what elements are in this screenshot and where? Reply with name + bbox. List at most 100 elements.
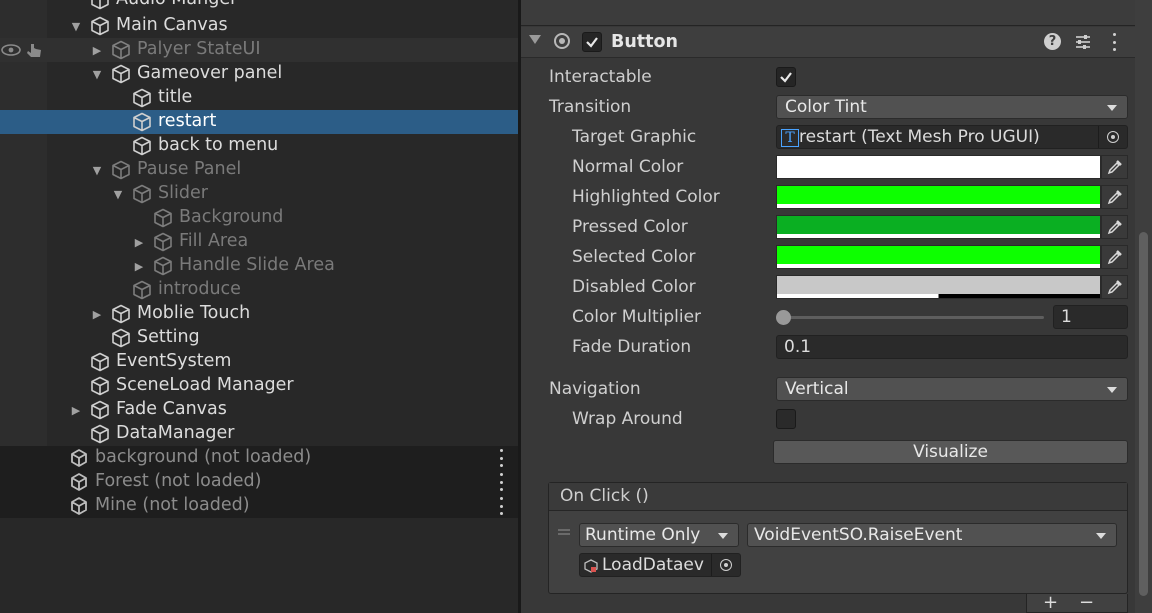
visibility-pickability-icons[interactable] — [0, 38, 46, 62]
gameobject-cube-icon — [90, 16, 110, 36]
scene-item[interactable]: Mine (not loaded) — [0, 494, 518, 518]
dropdown-arrow-icon — [718, 533, 728, 539]
hierarchy-item-moblie-touch[interactable]: ▶ Moblie Touch — [0, 302, 518, 326]
interactable-label: Interactable — [549, 67, 652, 87]
color-swatch[interactable] — [776, 215, 1101, 239]
gameobject-cube-icon — [90, 352, 110, 372]
gameobject-cube-icon — [153, 208, 173, 228]
hierarchy-item-label: Setting — [137, 327, 200, 347]
scene-item[interactable]: background (not loaded) — [0, 446, 518, 470]
hierarchy-item-handle-slide-area[interactable]: ▶ Handle Slide Area — [0, 254, 518, 278]
hierarchy-item-background[interactable]: Background — [0, 206, 518, 230]
hierarchy-item-main-canvas[interactable]: ▼ Main Canvas — [0, 14, 518, 38]
hierarchy-item-palyer-stateui[interactable]: ▶ Palyer StateUI — [0, 38, 518, 62]
foldout-expanded-icon[interactable]: ▼ — [69, 19, 83, 33]
presets-icon[interactable] — [1074, 33, 1092, 51]
hierarchy-item-label: Fade Canvas — [116, 399, 227, 419]
function-dropdown[interactable]: VoidEventSO.RaiseEvent — [747, 523, 1117, 547]
slider-track — [780, 316, 1044, 319]
foldout-collapsed-icon[interactable]: ▶ — [69, 403, 83, 417]
scene-item[interactable]: Forest (not loaded) — [0, 470, 518, 494]
on-click-header: On Click () — [549, 483, 1127, 511]
component-title: Button — [611, 32, 679, 52]
navigation-dropdown[interactable]: Vertical — [776, 377, 1128, 401]
gameobject-cube-icon — [153, 232, 173, 252]
gameobject-cube-icon — [111, 328, 131, 348]
dropdown-arrow-icon — [1107, 105, 1117, 111]
scene-menu-kebab-icon[interactable] — [498, 449, 504, 467]
gameobject-cube-icon — [132, 184, 152, 204]
hierarchy-item-label: Fill Area — [179, 231, 249, 251]
foldout-expanded-icon[interactable]: ▼ — [90, 67, 104, 81]
hierarchy-item-label: Gameover panel — [137, 63, 283, 83]
scrollbar-thumb[interactable] — [1139, 232, 1148, 596]
runtime-mode-dropdown[interactable]: Runtime Only — [579, 523, 739, 547]
alpha-bar — [777, 174, 1100, 178]
hierarchy-item-fade-canvas[interactable]: ▶ Fade Canvas — [0, 398, 518, 422]
foldout-expanded-icon[interactable]: ▼ — [90, 163, 104, 177]
hierarchy-item-label: Audio Manger — [116, 0, 237, 9]
eyedropper-icon[interactable] — [1101, 215, 1128, 239]
hierarchy-item-fill-area[interactable]: ▶ Fill Area — [0, 230, 518, 254]
hierarchy-item-datamanager[interactable]: DataManager — [0, 422, 518, 446]
hierarchy-item-sceneload-manager[interactable]: SceneLoad Manager — [0, 374, 518, 398]
color-label: Selected Color — [572, 247, 696, 267]
foldout-collapsed-icon[interactable]: ▶ — [132, 259, 146, 273]
color-label: Normal Color — [572, 157, 684, 177]
eyedropper-icon[interactable] — [1101, 185, 1128, 209]
foldout-collapsed-icon[interactable]: ▶ — [90, 43, 104, 57]
hierarchy-item-introduce[interactable]: introduce — [0, 278, 518, 302]
hierarchy-item-slider[interactable]: ▼ Slider — [0, 182, 518, 206]
foldout-collapsed-icon[interactable]: ▶ — [132, 235, 146, 249]
color-multiplier-field[interactable]: 1 — [1053, 305, 1128, 329]
eyedropper-icon[interactable] — [1101, 275, 1128, 299]
slider-thumb[interactable] — [776, 310, 791, 325]
hierarchy-item-title[interactable]: title — [0, 86, 518, 110]
hierarchy-item-audio-manger[interactable]: Audio Manger — [0, 0, 518, 12]
hierarchy-item-restart[interactable]: restart — [0, 110, 518, 134]
inspector-scrollbar[interactable] — [1135, 0, 1152, 613]
kebab-menu-icon[interactable] — [1111, 33, 1117, 51]
scene-menu-kebab-icon[interactable] — [498, 497, 504, 515]
scene-item-label: Forest (not loaded) — [95, 471, 262, 491]
wrap-around-checkbox[interactable] — [776, 409, 796, 429]
transition-dropdown[interactable]: Color Tint — [776, 95, 1128, 119]
eyedropper-icon[interactable] — [1101, 245, 1128, 269]
interactable-checkbox[interactable] — [776, 67, 796, 87]
navigation-value: Vertical — [785, 379, 849, 399]
alpha-bar — [777, 294, 1100, 298]
hierarchy-item-label: title — [158, 87, 193, 107]
scene-menu-kebab-icon[interactable] — [498, 473, 504, 491]
remove-event-button[interactable]: − — [1079, 592, 1094, 613]
hierarchy-item-back-to-menu[interactable]: back to menu — [0, 134, 518, 158]
help-icon[interactable]: ? — [1044, 33, 1061, 50]
target-graphic-field[interactable]: T restart (Text Mesh Pro UGUI) — [776, 125, 1128, 149]
color-swatch[interactable] — [776, 185, 1101, 209]
foldout-expanded-icon[interactable]: ▼ — [111, 187, 125, 201]
component-enabled-checkbox[interactable] — [582, 32, 602, 52]
event-object-field[interactable]: LoadDataev — [579, 553, 741, 577]
hierarchy-item-label: SceneLoad Manager — [116, 375, 294, 395]
visualize-button[interactable]: Visualize — [773, 440, 1128, 464]
foldout-arrow-icon[interactable] — [529, 35, 541, 44]
gameobject-cube-icon — [90, 0, 110, 10]
object-picker-icon[interactable] — [1098, 126, 1127, 148]
color-swatch[interactable] — [776, 275, 1101, 299]
hierarchy-item-setting[interactable]: Setting — [0, 326, 518, 350]
hierarchy-item-eventsystem[interactable]: EventSystem — [0, 350, 518, 374]
component-header[interactable]: Button ? — [521, 27, 1135, 58]
eyedropper-icon[interactable] — [1101, 155, 1128, 179]
object-picker-icon[interactable] — [711, 554, 740, 576]
hierarchy-item-pause-panel[interactable]: ▼ Pause Panel — [0, 158, 518, 182]
target-graphic-value: restart (Text Mesh Pro UGUI) — [799, 127, 1040, 147]
color-multiplier-slider[interactable] — [776, 310, 1046, 326]
target-graphic-label: Target Graphic — [572, 127, 697, 147]
hierarchy-item-gameover-panel[interactable]: ▼ Gameover panel — [0, 62, 518, 86]
drag-handle-icon[interactable] — [558, 529, 570, 535]
function-value: VoidEventSO.RaiseEvent — [754, 525, 963, 545]
color-swatch[interactable] — [776, 245, 1101, 269]
color-swatch[interactable] — [776, 155, 1101, 179]
fade-duration-field[interactable]: 0.1 — [776, 335, 1128, 359]
foldout-collapsed-icon[interactable]: ▶ — [90, 307, 104, 321]
add-event-button[interactable]: + — [1043, 592, 1058, 613]
